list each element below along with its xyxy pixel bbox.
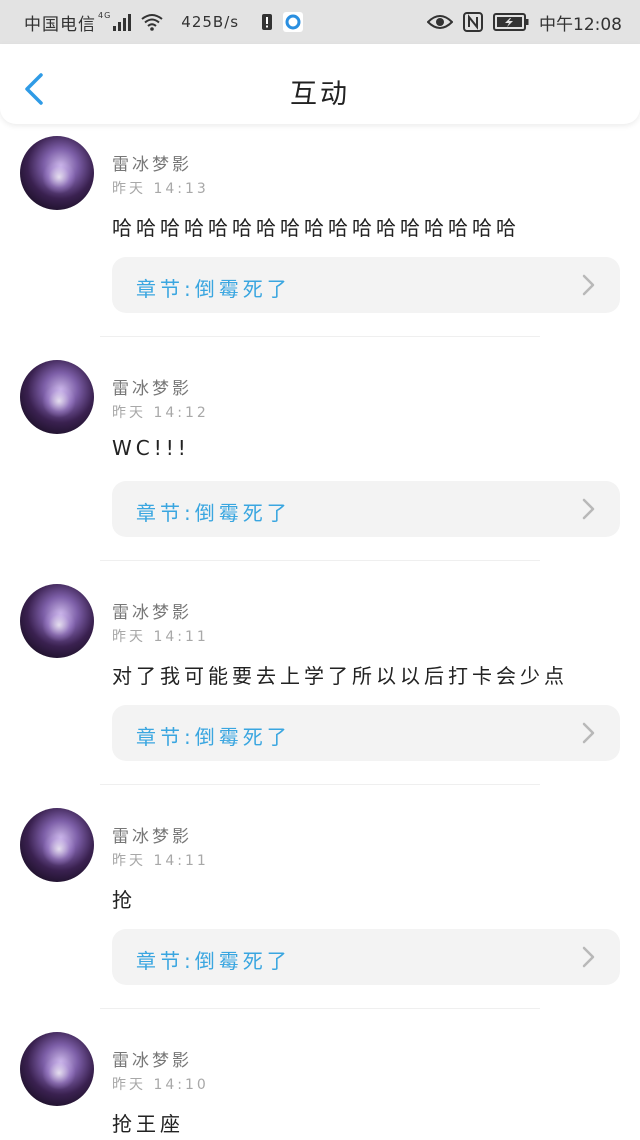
chevron-right-icon — [582, 274, 595, 296]
carrier-label: 中国电信 — [24, 14, 96, 35]
post-content: WC!!! — [112, 436, 190, 460]
post-content: 抢王座 — [112, 1112, 184, 1136]
page-title: 互动 — [290, 79, 350, 110]
chapter-label: 章节:倒霉死了 — [136, 277, 291, 301]
avatar[interactable] — [20, 136, 94, 210]
nav-bar: 互动 — [0, 44, 640, 124]
nfc-icon — [463, 12, 483, 32]
status-right: 中午12:08 — [427, 10, 622, 35]
list-item: 雷冰梦影 昨天 14:10 抢王座 — [0, 1020, 640, 1140]
avatar[interactable] — [20, 360, 94, 434]
network-type: 4G — [98, 10, 112, 20]
divider — [100, 336, 540, 337]
chevron-right-icon — [582, 722, 595, 744]
post-content: 抢 — [112, 888, 136, 912]
user-name[interactable]: 雷冰梦影 — [112, 374, 192, 399]
wifi-icon — [141, 14, 163, 31]
network-speed: 425B/s — [181, 13, 240, 31]
app-notification-icon — [283, 12, 304, 32]
eye-icon — [427, 15, 453, 29]
list-item: 雷冰梦影 昨天 14:11 对了我可能要去上学了所以以后打卡会少点 章节:倒霉死… — [0, 572, 640, 796]
divider — [100, 560, 540, 561]
chapter-label: 章节:倒霉死了 — [136, 501, 291, 525]
list-item: 雷冰梦影 昨天 14:13 哈哈哈哈哈哈哈哈哈哈哈哈哈哈哈哈哈 章节:倒霉死了 — [0, 124, 640, 348]
user-name[interactable]: 雷冰梦影 — [112, 822, 192, 847]
chevron-right-icon — [582, 946, 595, 968]
chevron-right-icon — [582, 498, 595, 520]
avatar[interactable] — [20, 1032, 94, 1106]
status-left: 中国电信 4G 425B/s — [24, 10, 304, 35]
divider — [100, 1008, 540, 1009]
chapter-label: 章节:倒霉死了 — [136, 949, 291, 973]
user-name[interactable]: 雷冰梦影 — [112, 150, 192, 175]
list-item: 雷冰梦影 昨天 14:12 WC!!! 章节:倒霉死了 — [0, 348, 640, 572]
post-time: 昨天 14:12 — [112, 405, 209, 421]
list-item: 雷冰梦影 昨天 14:11 抢 章节:倒霉死了 — [0, 796, 640, 1020]
battery-charging-icon — [493, 13, 529, 31]
post-content: 对了我可能要去上学了所以以后打卡会少点 — [112, 664, 568, 688]
chapter-link[interactable]: 章节:倒霉死了 — [112, 705, 620, 761]
post-time: 昨天 14:13 — [112, 181, 209, 197]
avatar[interactable] — [20, 584, 94, 658]
status-bar: 中国电信 4G 425B/s 中午12:08 — [0, 0, 640, 44]
signal-icon — [113, 13, 132, 31]
chapter-link[interactable]: 章节:倒霉死了 — [112, 929, 620, 985]
chapter-label: 章节:倒霉死了 — [136, 725, 291, 749]
clock: 中午12:08 — [539, 14, 622, 35]
post-time: 昨天 14:10 — [112, 1077, 209, 1093]
divider — [100, 784, 540, 785]
user-name[interactable]: 雷冰梦影 — [112, 1046, 192, 1071]
interaction-feed: 雷冰梦影 昨天 14:13 哈哈哈哈哈哈哈哈哈哈哈哈哈哈哈哈哈 章节:倒霉死了 … — [0, 124, 640, 1140]
post-time: 昨天 14:11 — [112, 629, 209, 645]
avatar[interactable] — [20, 808, 94, 882]
sim-alert-icon — [262, 14, 273, 30]
chapter-link[interactable]: 章节:倒霉死了 — [112, 481, 620, 537]
post-time: 昨天 14:11 — [112, 853, 209, 869]
user-name[interactable]: 雷冰梦影 — [112, 598, 192, 623]
post-content: 哈哈哈哈哈哈哈哈哈哈哈哈哈哈哈哈哈 — [112, 216, 520, 240]
chapter-link[interactable]: 章节:倒霉死了 — [112, 257, 620, 313]
